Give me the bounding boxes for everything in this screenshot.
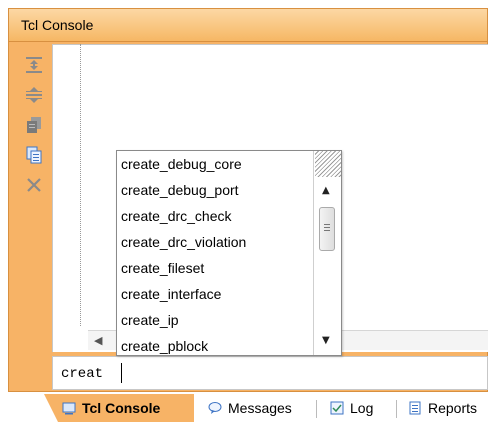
command-input-text: creat xyxy=(61,366,104,382)
tab-reports[interactable]: Reports xyxy=(408,394,477,422)
title-bar: Tcl Console xyxy=(8,8,488,42)
autocomplete-list: create_debug_core create_debug_port crea… xyxy=(117,151,313,355)
text-caret xyxy=(121,363,122,383)
autocomplete-item[interactable]: create_fileset xyxy=(117,255,313,281)
collapse-all-icon[interactable] xyxy=(22,54,46,76)
tab-tcl-console[interactable]: Tcl Console xyxy=(44,394,194,422)
bottom-tab-bar: Tcl Console Messages Log Reports xyxy=(0,394,488,422)
resize-grip-icon[interactable] xyxy=(315,151,341,177)
page-icon[interactable] xyxy=(22,114,46,136)
autocomplete-item[interactable]: create_pblock xyxy=(117,333,313,359)
window-title: Tcl Console xyxy=(21,17,94,33)
autocomplete-item[interactable]: create_drc_check xyxy=(117,203,313,229)
tab-separator xyxy=(316,400,317,418)
tab-label: Tcl Console xyxy=(82,400,161,416)
tab-separator xyxy=(396,400,397,418)
scroll-up-icon[interactable]: ▲ xyxy=(322,185,330,196)
tab-label: Log xyxy=(350,400,374,416)
scroll-down-icon[interactable]: ▼ xyxy=(322,335,330,346)
autocomplete-popup: create_debug_core create_debug_port crea… xyxy=(116,150,342,356)
speech-bubble-icon xyxy=(208,401,222,415)
autocomplete-item[interactable]: create_debug_port xyxy=(117,177,313,203)
tab-messages[interactable]: Messages xyxy=(208,394,292,422)
autocomplete-item[interactable]: create_ip xyxy=(117,307,313,333)
log-icon xyxy=(330,401,344,415)
scroll-left-icon[interactable]: ◀ xyxy=(94,334,102,347)
clear-icon[interactable] xyxy=(22,174,46,196)
command-input[interactable]: creat xyxy=(52,356,488,390)
console-toolbar xyxy=(18,44,50,354)
expand-all-icon[interactable] xyxy=(22,84,46,106)
copy-icon[interactable] xyxy=(22,144,46,166)
tab-log[interactable]: Log xyxy=(330,394,373,422)
autocomplete-scrollbar[interactable]: ▲ ▼ xyxy=(313,151,341,355)
autocomplete-item[interactable]: create_drc_violation xyxy=(117,229,313,255)
console-icon xyxy=(62,401,76,415)
report-icon xyxy=(408,401,422,415)
tab-label: Reports xyxy=(428,400,478,416)
tab-label: Messages xyxy=(228,400,292,416)
autocomplete-item[interactable]: create_debug_core xyxy=(117,151,313,177)
autocomplete-item[interactable]: create_interface xyxy=(117,281,313,307)
scrollbar-thumb[interactable] xyxy=(319,207,335,251)
output-margin-guide xyxy=(80,44,82,326)
